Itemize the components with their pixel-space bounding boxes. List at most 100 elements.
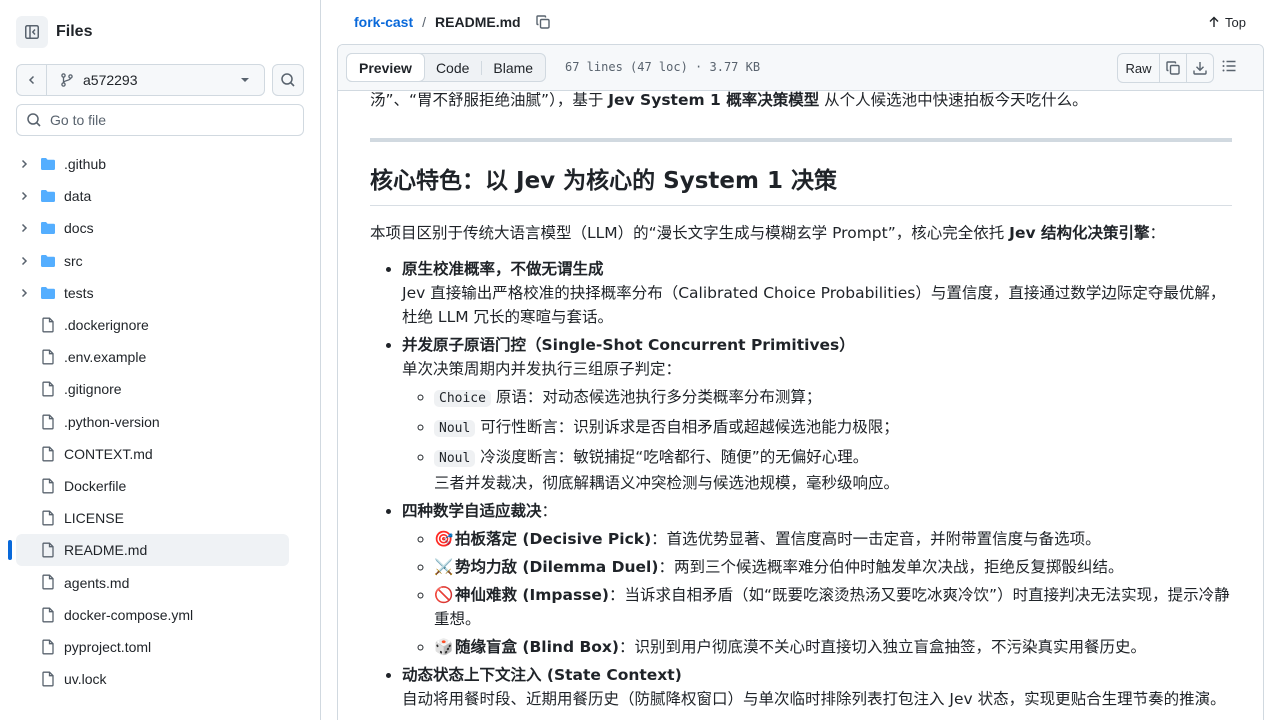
tree-item-label: .github <box>64 156 107 173</box>
list-item: 🎲随缘盲盒 (Blind Box)：识别到用户彻底漠不关心时直接切入独立盲盒抽签… <box>434 635 1232 659</box>
list-item: Noul 可行性断言：识别诉求是否自相矛盾或超越候选池能力极限； <box>434 415 1232 441</box>
file-icon <box>40 639 56 655</box>
tab-blame[interactable]: Blame <box>481 54 545 81</box>
tree-file-item[interactable]: .python-version <box>0 406 320 438</box>
intro-text-c: 从个人候选池中快速拍板今天吃什么。 <box>819 91 1088 109</box>
tree-item-label: README.md <box>64 542 148 559</box>
list-item: 动态状态上下文注入 (State Context) 自动将用餐时段、近期用餐历史… <box>402 663 1232 711</box>
list-item: 四种数学自适应裁决： 🎯拍板落定 (Decisive Pick)：首选优势显著、… <box>402 499 1232 659</box>
tree-folder-item[interactable]: data <box>0 180 320 212</box>
tree-item-label: .gitignore <box>64 381 122 398</box>
view-mode-tabs: Preview Code Blame <box>346 53 547 82</box>
breadcrumb-repo-link[interactable]: fork-cast <box>354 14 413 30</box>
search-icon <box>26 112 42 128</box>
outline-button[interactable] <box>1221 58 1237 74</box>
file-icon <box>40 510 56 526</box>
file-icon <box>40 349 56 365</box>
list-item-text: ：识别到用户彻底漠不关心时直接切入独立盲盒抽签，不污染真实用餐历史。 <box>619 638 1147 656</box>
copy-path-button[interactable] <box>535 14 551 30</box>
list-item: 并发原子原语门控（Single-Shot Concurrent Primitiv… <box>402 333 1232 495</box>
tree-file-item[interactable]: .dockerignore <box>0 309 320 341</box>
chevron-right-icon[interactable] <box>18 158 30 170</box>
file-tree: .github data docs src tests .dockerignore .env… <box>0 148 320 695</box>
list-item-text: ：首选优势显著、置信度高时一击定音，并附带置信度与备选项。 <box>651 530 1101 548</box>
primitive-list: Choice 原语：对动态候选池执行多分类概率分布测算； Noul 可行性断言：… <box>434 385 1232 495</box>
intro-text-bold: Jev System 1 概率决策模型 <box>608 91 820 109</box>
chevron-left-icon <box>28 75 34 85</box>
raw-button[interactable]: Raw <box>1118 54 1159 82</box>
list-item: 🎯拍板落定 (Decisive Pick)：首选优势显著、置信度高时一击定音，并… <box>434 527 1232 551</box>
copy-raw-button[interactable] <box>1159 54 1186 82</box>
download-button[interactable] <box>1186 54 1213 82</box>
tree-folder-item[interactable]: tests <box>0 277 320 309</box>
dice-icon: 🎲 <box>434 638 454 656</box>
tree-file-item[interactable]: .gitignore <box>0 373 320 405</box>
chevron-right-icon[interactable] <box>18 255 30 267</box>
go-to-file-input[interactable] <box>50 112 290 128</box>
section-heading: 核心特色：以 Jev 为核心的 System 1 决策 <box>370 168 837 194</box>
tab-code[interactable]: Code <box>424 54 481 81</box>
download-icon <box>1193 62 1207 75</box>
sidebar-header: Files <box>16 16 92 48</box>
branch-row: a572293 <box>16 64 304 96</box>
readme-intro-text: 汤”、“胃不舒服拒绝油腻”），基于 Jev System 1 概率决策模型 从个… <box>370 88 1088 112</box>
file-icon <box>40 414 56 430</box>
file-icon <box>40 446 56 462</box>
para-text-c: ： <box>1149 224 1165 242</box>
tree-file-item[interactable]: docker-compose.yml <box>0 599 320 631</box>
tree-item-label: docker-compose.yml <box>64 606 194 623</box>
tree-file-item[interactable]: agents.md <box>0 566 320 598</box>
tree-folder-item[interactable]: src <box>0 245 320 277</box>
tree-item-label: docs <box>64 220 94 237</box>
feature-body: 自动将用餐时段、近期用餐历史（防腻降权窗口）与单次临时排除列表打包注入 Jev … <box>402 690 1226 708</box>
file-actions: Raw <box>1117 53 1214 83</box>
folder-icon <box>40 285 56 301</box>
scroll-top-button[interactable]: Top <box>1208 15 1246 30</box>
list-item-text: 冷淡度断言：敏锐捕捉“吃啥都行、随便”的无偏好心理。 <box>475 448 869 466</box>
list-item-text: 可行性断言：识别诉求是否自相矛盾或超越候选池能力极限； <box>475 418 899 436</box>
chevron-right-icon[interactable] <box>18 190 30 202</box>
active-indicator <box>8 540 12 561</box>
verdict-title: 拍板落定 (Decisive Pick) <box>455 530 652 548</box>
back-button[interactable] <box>17 65 47 95</box>
heading-underline <box>370 205 1232 206</box>
file-icon <box>40 607 56 623</box>
file-icon <box>40 381 56 397</box>
search-icon <box>281 73 295 87</box>
go-to-file-field[interactable] <box>16 104 304 136</box>
list-unordered-icon <box>1222 60 1236 72</box>
tree-folder-item[interactable]: .github <box>0 148 320 180</box>
tree-file-item[interactable]: README.md <box>0 534 320 567</box>
tree-item-label: tests <box>64 284 94 301</box>
tree-file-item[interactable]: LICENSE <box>0 502 320 534</box>
inline-code: Noul <box>434 450 476 467</box>
tree-file-item[interactable]: Dockerfile <box>0 470 320 502</box>
tree-item-label: agents.md <box>64 574 130 591</box>
feature-body: Jev 直接输出严格校准的抉择概率分布（Calibrated Choice Pr… <box>402 284 1226 326</box>
verdict-title: 势均力敌 (Dilemma Duel) <box>455 558 659 576</box>
sidebar-collapse-button[interactable] <box>16 16 48 48</box>
tree-file-item[interactable]: .env.example <box>0 341 320 373</box>
list-item-text: 原语：对动态候选池执行多分类概率分布测算； <box>490 388 822 406</box>
list-item-text: 三者并发裁决，彻底解耦语义冲突检测与候选池规模，毫秒级响应。 <box>434 474 900 492</box>
tab-preview[interactable]: Preview <box>346 53 425 82</box>
chevron-right-icon[interactable] <box>18 222 30 234</box>
para-text-bold: Jev 结构化决策引擎 <box>1009 224 1150 242</box>
feature-title: 四种数学自适应裁决 <box>402 502 542 520</box>
chevron-right-icon[interactable] <box>18 287 30 299</box>
sidebar-collapse-icon <box>25 25 39 39</box>
tree-folder-item[interactable]: docs <box>0 212 320 244</box>
tree-item-label: .dockerignore <box>64 317 149 334</box>
tree-file-item[interactable]: uv.lock <box>0 663 320 695</box>
tree-item-label: Dockerfile <box>64 477 127 494</box>
tree-file-item[interactable]: CONTEXT.md <box>0 438 320 470</box>
file-icon <box>40 671 56 687</box>
feature-body: 单次决策周期内并发执行三组原子判定： <box>402 360 682 378</box>
tree-item-label: CONTEXT.md <box>64 445 153 462</box>
horizontal-rule <box>370 138 1232 142</box>
search-files-button[interactable] <box>272 64 304 96</box>
branch-selector[interactable]: a572293 <box>16 64 265 96</box>
copy-icon <box>535 15 550 29</box>
folder-icon <box>40 156 56 172</box>
tree-file-item[interactable]: pyproject.toml <box>0 631 320 663</box>
